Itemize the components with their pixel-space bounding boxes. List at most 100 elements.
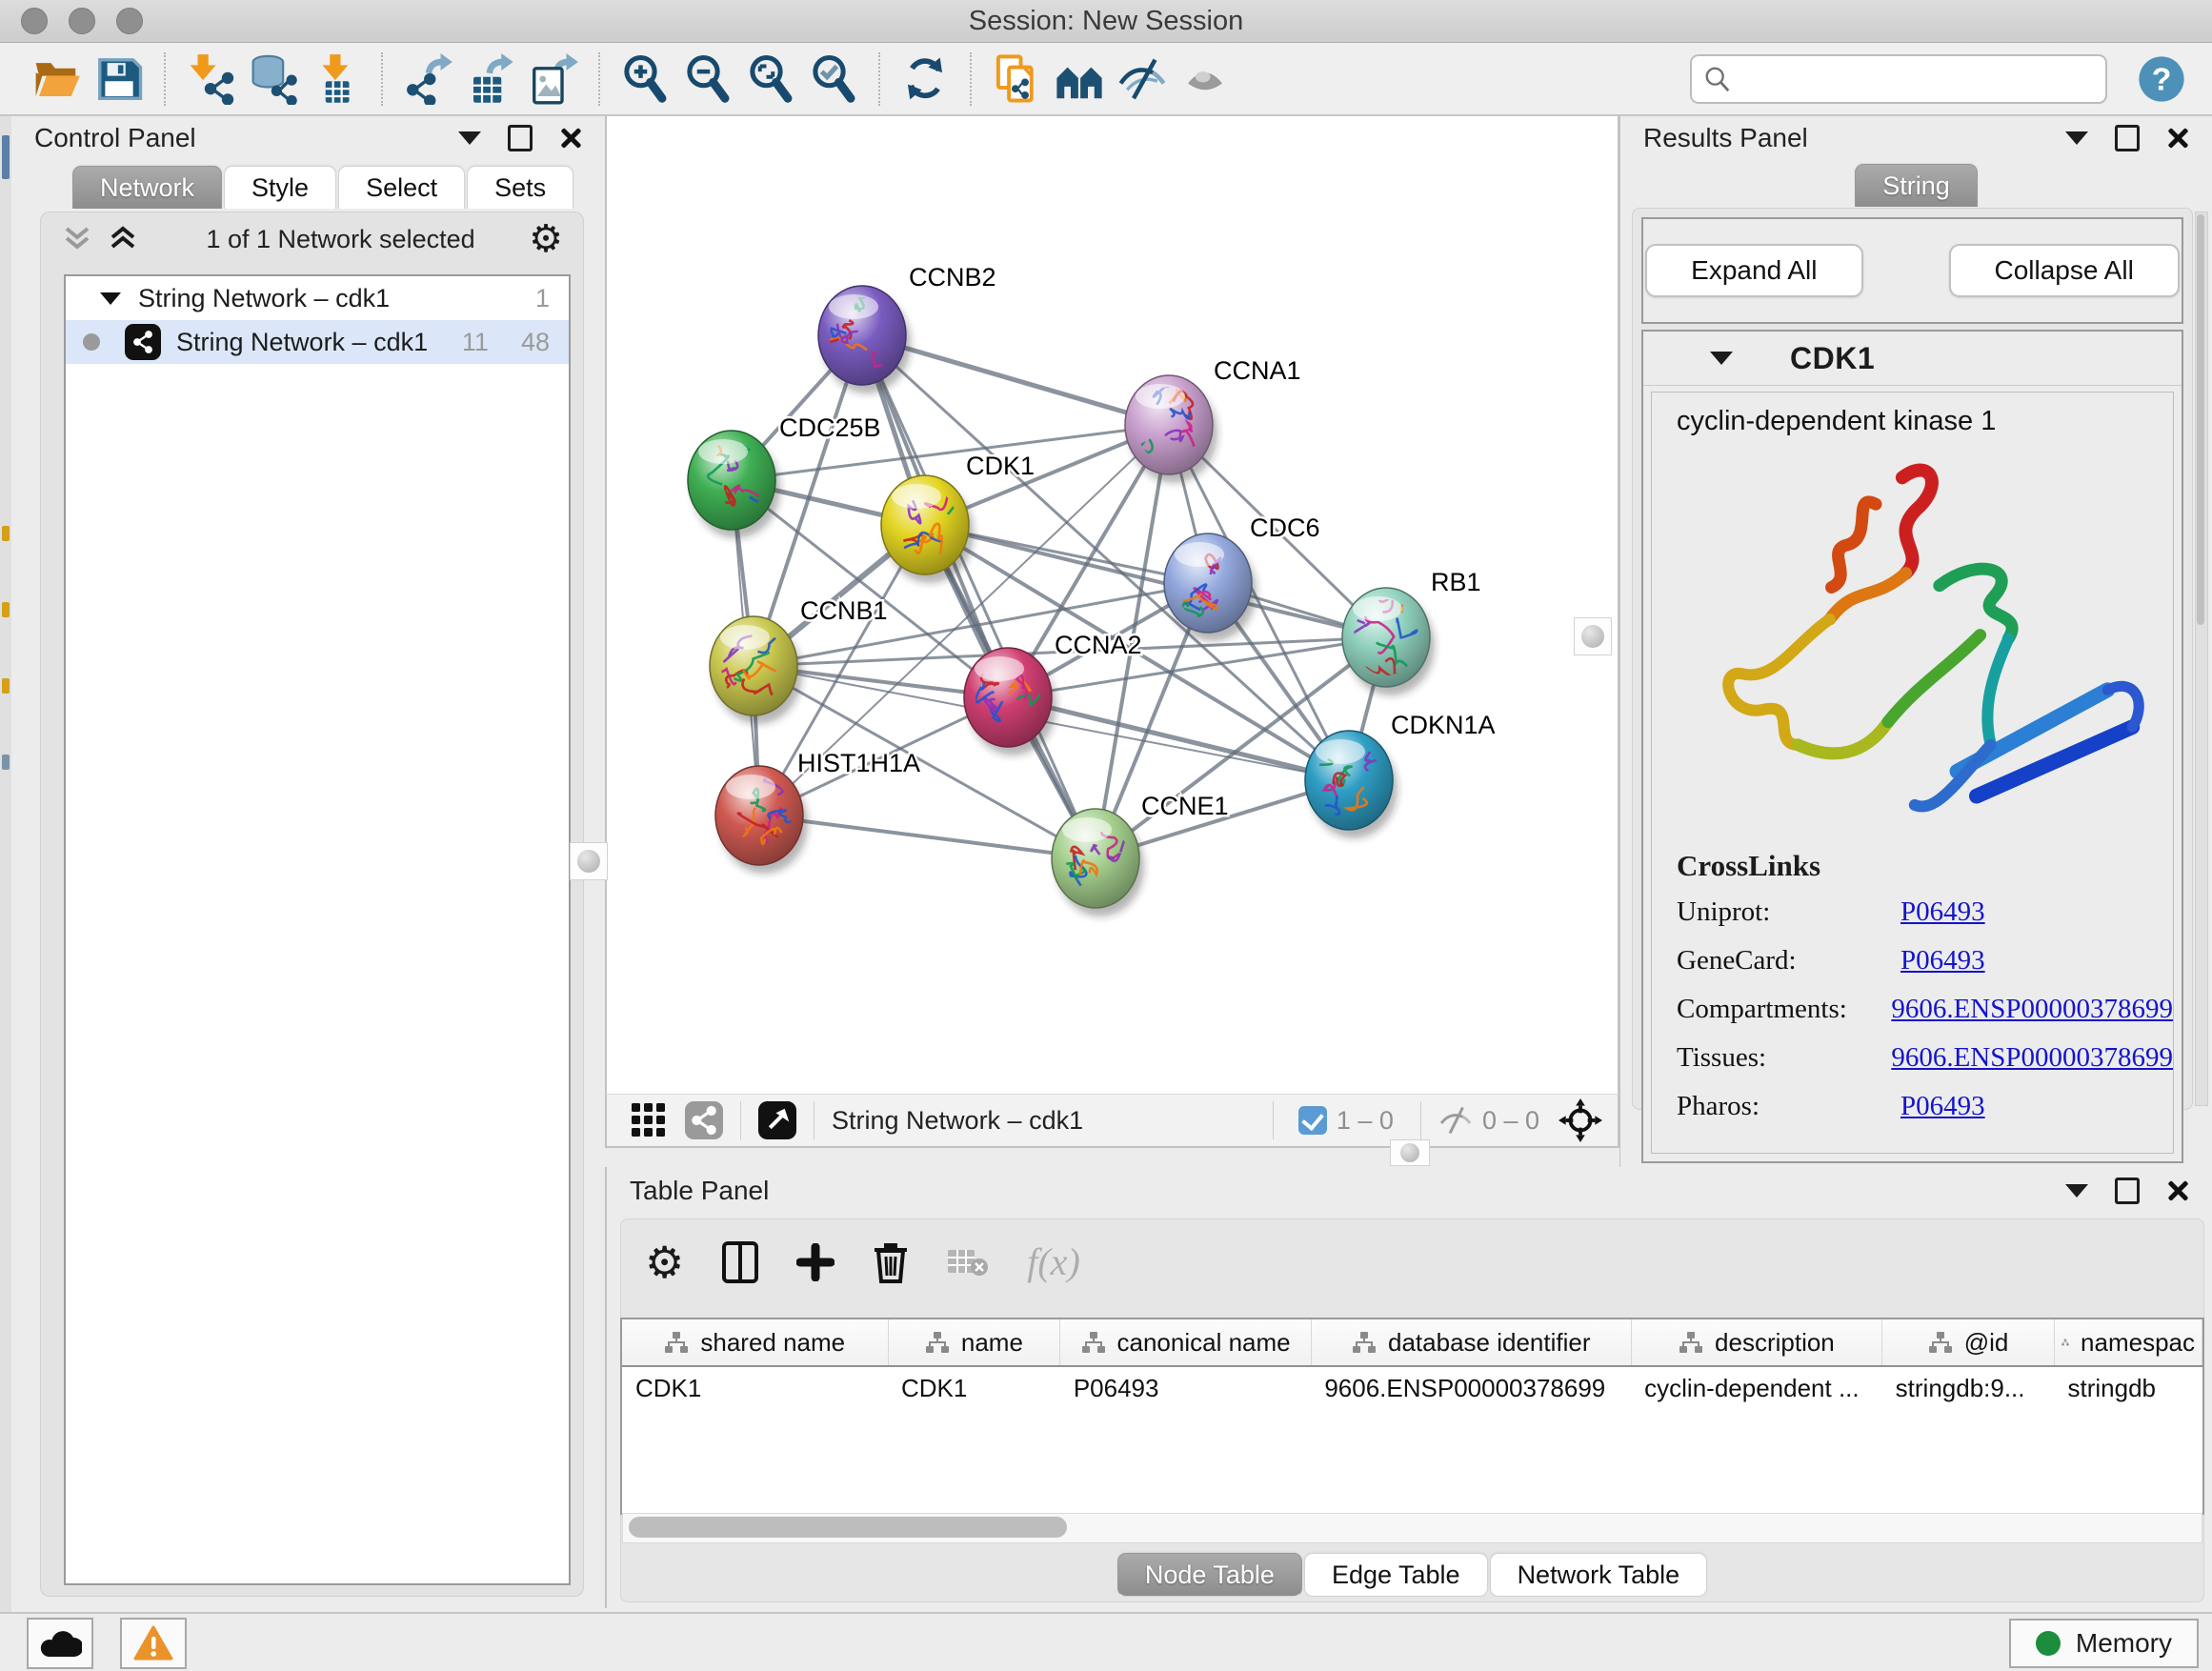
edge-CCNB2-CCNE1[interactable] [862, 335, 1096, 858]
network-options-gear-icon[interactable]: ⚙ [529, 220, 563, 258]
tab-style[interactable]: Style [224, 166, 336, 209]
crosslink-link[interactable]: P06493 [1900, 1091, 1985, 1122]
string-style-icon[interactable] [685, 1101, 723, 1139]
node-RB1[interactable]: RB1 [1342, 568, 1481, 695]
section-expand-icon[interactable] [1710, 352, 1733, 365]
column-header-database-identifier[interactable]: database identifier [1311, 1319, 1631, 1366]
collection-expand-icon[interactable] [100, 292, 121, 305]
tab-sets[interactable]: Sets [467, 166, 573, 209]
column-header-canonical-name[interactable]: canonical name [1060, 1319, 1312, 1366]
table-options-gear-icon[interactable]: ⚙ [645, 1240, 684, 1284]
first-neighbors-button[interactable] [1048, 49, 1111, 110]
edge-HIST1H1A-CCNE1[interactable] [759, 815, 1096, 858]
table-horizontal-scrollbar[interactable] [622, 1513, 2202, 1543]
table-cell[interactable]: 9606.ENSP00000378699 [1311, 1366, 1631, 1409]
crosslink-link[interactable]: P06493 [1900, 945, 1985, 976]
memory-button[interactable]: Memory [2009, 1619, 2199, 1668]
close-panel-icon[interactable] [559, 127, 582, 150]
delete-column-icon[interactable] [873, 1241, 909, 1283]
node-CDK1[interactable]: CDK1 [881, 452, 1035, 583]
float-panel-icon[interactable] [2115, 125, 2140, 151]
results-scrollbar[interactable] [2195, 211, 2208, 1106]
bottom-splitter-handle[interactable] [1390, 1139, 1430, 1166]
right-splitter-handle[interactable] [1574, 617, 1612, 655]
show-columns-icon[interactable] [722, 1241, 758, 1283]
tab-node-table[interactable]: Node Table [1117, 1553, 1302, 1597]
node-CCNB2[interactable]: CCNB2 [818, 263, 996, 393]
node-HIST1H1A[interactable]: HIST1H1A [715, 749, 920, 874]
panel-menu-icon[interactable] [2065, 1184, 2088, 1198]
table-cell[interactable]: CDK1 [888, 1366, 1060, 1409]
table-cell[interactable]: cyclin-dependent ... [1631, 1366, 1882, 1409]
warnings-button[interactable] [120, 1618, 187, 1669]
crosslink-link[interactable]: 9606.ENSP00000378699 [1891, 1042, 2173, 1074]
string-network-graph[interactable]: CCNB2CCNA1CDC25BCDK1CDC6RB1CCNB1CCNA2CDK… [607, 116, 1618, 1092]
tab-string[interactable]: String [1855, 164, 1978, 207]
zoom-fit-button[interactable] [739, 49, 802, 110]
export-image-button[interactable] [522, 49, 585, 110]
network-canvas[interactable]: CCNB2CCNA1CDC25BCDK1CDC6RB1CCNB1CCNA2CDK… [605, 116, 1619, 1094]
create-column-icon[interactable] [796, 1243, 835, 1281]
column-header-description[interactable]: description [1631, 1319, 1882, 1366]
node-CCNA1[interactable]: CCNA1 [1125, 356, 1301, 483]
hide-selected-button[interactable] [1111, 49, 1174, 110]
search-input[interactable] [1741, 63, 2094, 94]
node-table[interactable]: shared namenamecanonical namedatabase id… [620, 1318, 2204, 1515]
open-session-button[interactable] [25, 49, 88, 110]
table-cell[interactable]: stringdb:9... [1882, 1366, 2055, 1409]
node-CDKN1A[interactable]: CDKN1A [1305, 711, 1496, 838]
panel-menu-icon[interactable] [2065, 131, 2088, 145]
tab-select[interactable]: Select [338, 166, 465, 209]
selected-checkbox-icon[interactable] [1298, 1106, 1327, 1135]
export-table-button[interactable] [459, 49, 522, 110]
tab-edge-table[interactable]: Edge Table [1304, 1553, 1488, 1597]
import-network-database-button[interactable] [242, 49, 305, 110]
expand-all-button[interactable]: Expand All [1645, 244, 1862, 297]
close-panel-icon[interactable] [2166, 127, 2189, 150]
crosslink-link[interactable]: 9606.ENSP00000378699 [1891, 994, 2173, 1025]
column-header-name[interactable]: name [888, 1319, 1060, 1366]
tab-network[interactable]: Network [72, 166, 222, 209]
export-network-button[interactable] [396, 49, 459, 110]
zoom-in-button[interactable] [613, 49, 676, 110]
table-row[interactable]: CDK1CDK1P064939606.ENSP00000378699cyclin… [622, 1366, 2202, 1409]
zoom-out-button[interactable] [676, 49, 739, 110]
table-cell[interactable]: P06493 [1060, 1366, 1312, 1409]
protein-section-header[interactable]: CDK1 [1643, 332, 2182, 386]
table-tabs: Node TableEdge TableNetwork Table [620, 1553, 2204, 1597]
refresh-view-button[interactable] [894, 49, 956, 110]
import-table-button[interactable] [305, 49, 368, 110]
network-row[interactable]: String Network – cdk1 11 48 [66, 320, 569, 364]
expand-all-icon[interactable] [107, 225, 139, 253]
tab-network-table[interactable]: Network Table [1490, 1553, 1708, 1597]
column-header-namespac[interactable]: namespac [2054, 1319, 2202, 1366]
pan-crosshair-icon[interactable] [1558, 1098, 1602, 1142]
column-header-shared-name[interactable]: shared name [622, 1319, 888, 1366]
copy-network-button[interactable] [985, 49, 1048, 110]
search-field[interactable] [1690, 54, 2107, 104]
left-splitter-handle[interactable] [570, 842, 608, 880]
collapse-all-icon[interactable] [61, 225, 93, 253]
zoom-selected-button[interactable] [802, 49, 865, 110]
network-collection-row[interactable]: String Network – cdk1 1 [66, 276, 569, 320]
close-panel-icon[interactable] [2166, 1179, 2189, 1202]
import-network-file-button[interactable] [179, 49, 242, 110]
float-panel-icon[interactable] [2115, 1178, 2140, 1204]
cloud-button[interactable] [27, 1618, 93, 1669]
table-cell[interactable]: stringdb [2054, 1366, 2202, 1409]
save-session-button[interactable] [88, 49, 151, 110]
help-button[interactable]: ? [2136, 53, 2187, 105]
column-header-@id[interactable]: @id [1882, 1319, 2055, 1366]
collapse-all-button[interactable]: Collapse All [1949, 244, 2180, 297]
node-CCNE1[interactable]: CCNE1 [1052, 792, 1229, 916]
node-CDC6[interactable]: CDC6 [1164, 513, 1320, 641]
birds-eye-grid-icon[interactable] [630, 1101, 668, 1139]
panel-menu-icon[interactable] [458, 131, 481, 145]
float-panel-icon[interactable] [508, 125, 533, 151]
crosslink-link[interactable]: P06493 [1900, 896, 1985, 928]
table-cell[interactable]: CDK1 [622, 1366, 888, 1409]
search-icon [1703, 65, 1732, 93]
node-CDC25B[interactable]: CDC25B [688, 413, 881, 538]
show-all-button[interactable] [1174, 49, 1237, 110]
open-in-window-icon[interactable] [758, 1101, 796, 1139]
